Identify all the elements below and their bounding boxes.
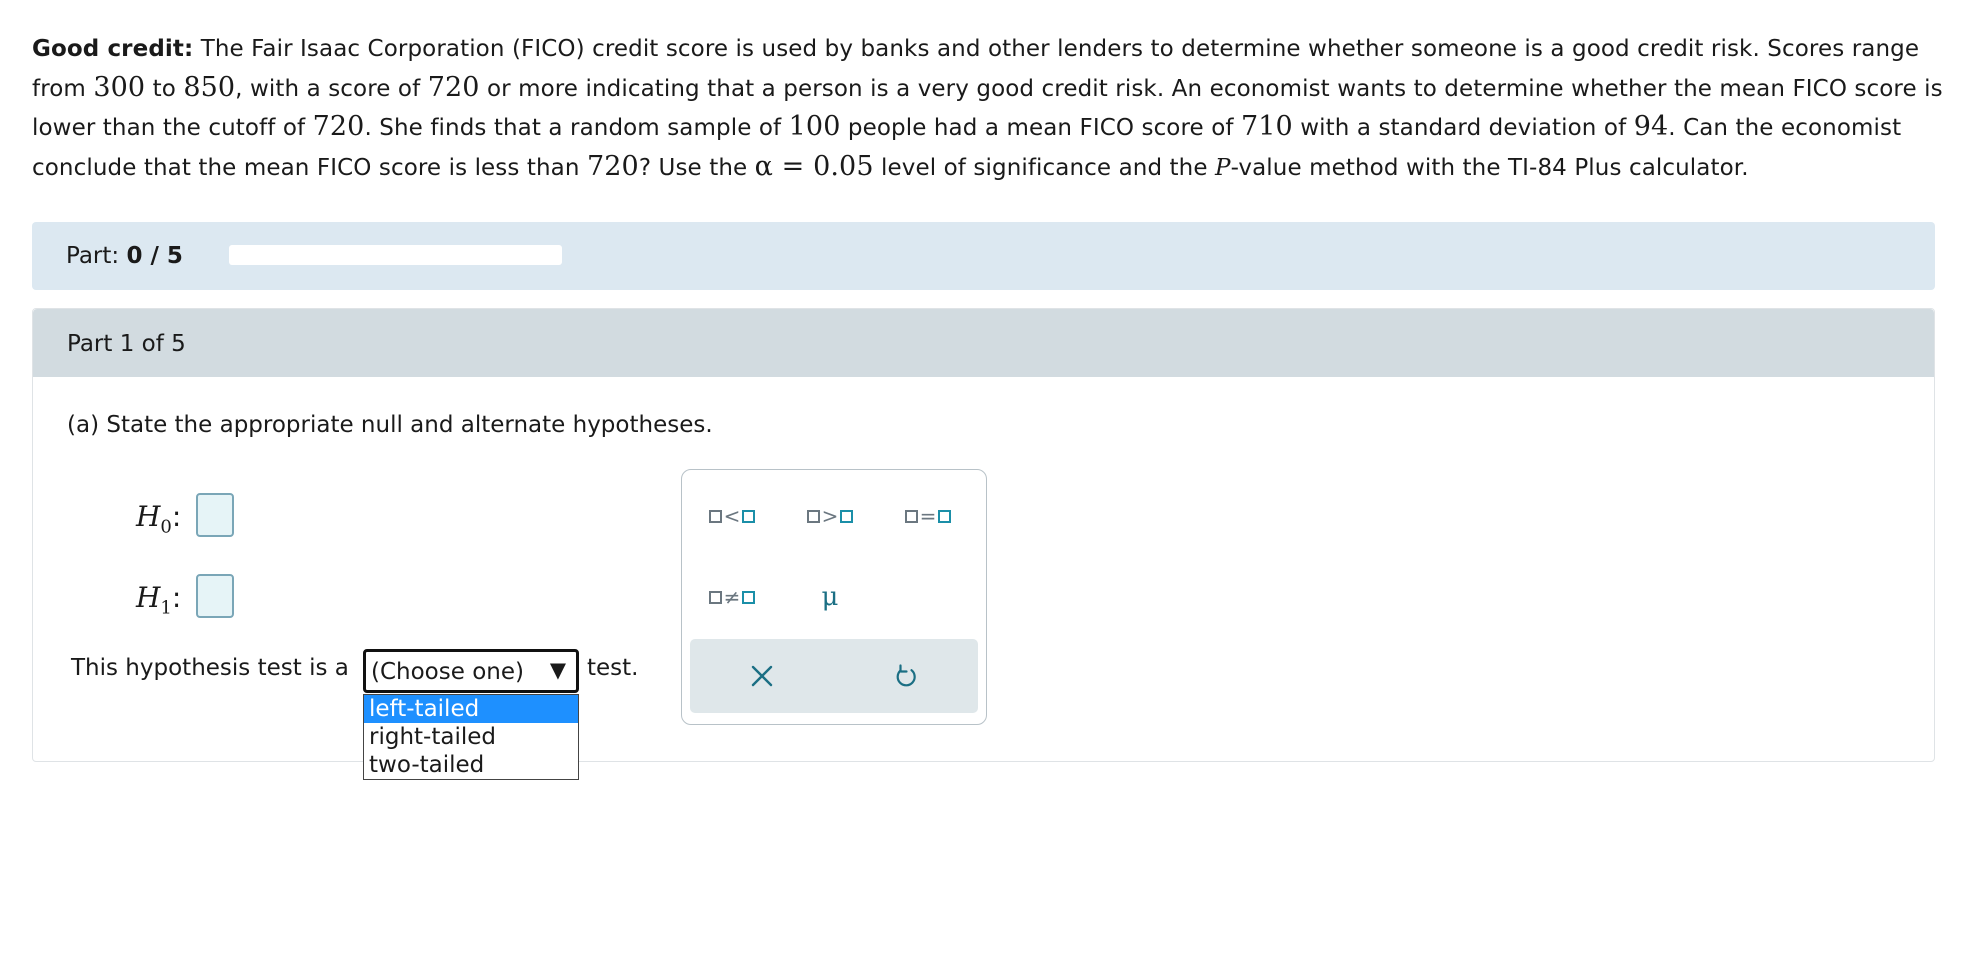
- close-icon: [751, 665, 773, 687]
- h1-letter: H: [136, 581, 161, 614]
- progress-value: 0 / 5: [126, 243, 183, 269]
- undo-icon: [896, 664, 916, 687]
- key-mu[interactable]: μ: [790, 572, 870, 622]
- value-max-score: 850: [183, 71, 236, 103]
- tail-options-list: left-tailed right-tailed two-tailed: [363, 694, 579, 780]
- test-type-prefix: This hypothesis test is a: [71, 655, 349, 681]
- problem-text: to: [145, 75, 184, 102]
- value-sample-size: 100: [788, 111, 841, 142]
- problem-text: ? Use the: [638, 154, 755, 181]
- value-alpha: α = 0.05: [754, 150, 874, 182]
- h1-answer-box[interactable]: [196, 574, 234, 618]
- problem-text: people had a mean FICO score of: [840, 115, 1241, 141]
- test-type-suffix: test.: [587, 655, 639, 681]
- progress-bar: Part: 0 / 5: [32, 222, 1935, 290]
- option-two-tailed[interactable]: two-tailed: [364, 751, 578, 779]
- part-card: Part 1 of 5 (a) State the appropriate nu…: [32, 308, 1935, 780]
- question-text: (a) State the appropriate null and alter…: [67, 412, 713, 438]
- equals-symbol: =: [919, 504, 937, 528]
- part-title: Part 1 of 5: [67, 331, 186, 357]
- key-less-than[interactable]: <: [692, 491, 772, 541]
- h1-subscript: 1: [160, 597, 172, 619]
- h0-answer-box[interactable]: [196, 493, 234, 537]
- problem-text: with a standard deviation of: [1292, 115, 1634, 141]
- h1-label: H1:: [136, 581, 181, 619]
- undo-button[interactable]: [875, 646, 935, 706]
- placeholder-square-icon: [708, 509, 722, 523]
- problem-text: . She finds that a random sample of: [364, 115, 789, 141]
- value-sample-mean: 710: [1240, 111, 1293, 142]
- problem-text: -value method with the TI-84 Plus calcul…: [1230, 154, 1749, 181]
- mu-symbol: μ: [821, 582, 839, 612]
- p-symbol: P: [1215, 154, 1231, 181]
- clear-button[interactable]: [732, 646, 792, 706]
- value-cutoff: 720: [312, 111, 365, 142]
- option-right-tailed[interactable]: right-tailed: [364, 723, 578, 751]
- h1-colon: :: [171, 581, 182, 614]
- value-min-score: 300: [93, 71, 146, 103]
- value-cutoff: 720: [586, 150, 639, 182]
- chevron-down-icon: ▼: [549, 658, 566, 682]
- key-not-equal[interactable]: ≠: [692, 572, 772, 622]
- progress-label: Part: 0 / 5: [66, 243, 183, 269]
- value-cutoff: 720: [427, 71, 480, 103]
- part-header: Part 1 of 5: [33, 309, 1934, 377]
- not-equal-symbol: ≠: [723, 585, 741, 609]
- placeholder-square-icon: [840, 509, 854, 523]
- problem-statement: Good credit: The Fair Isaac Corporation …: [32, 30, 1947, 187]
- placeholder-square-icon: [904, 509, 918, 523]
- value-std-dev: 94: [1633, 111, 1669, 142]
- h0-subscript: 0: [160, 516, 172, 538]
- h0-label: H0:: [136, 500, 181, 538]
- keypad-action-tray: [690, 639, 978, 713]
- placeholder-square-icon: [806, 509, 820, 523]
- key-equals[interactable]: =: [888, 491, 968, 541]
- problem-lead: Good credit:: [32, 36, 194, 62]
- placeholder-square-icon: [742, 590, 756, 604]
- problem-text: level of significance and the: [873, 154, 1216, 181]
- math-keypad: < > = ≠ μ: [681, 469, 987, 725]
- less-than-symbol: <: [723, 504, 741, 528]
- problem-text: , with a score of: [235, 75, 428, 102]
- greater-than-symbol: >: [821, 504, 839, 528]
- tail-select-value: (Choose one): [371, 659, 524, 685]
- progress-track: [229, 245, 562, 265]
- tail-type-select[interactable]: (Choose one) ▼: [363, 649, 579, 693]
- placeholder-square-icon: [708, 590, 722, 604]
- h0-letter: H: [136, 500, 161, 533]
- placeholder-square-icon: [742, 509, 756, 523]
- option-left-tailed[interactable]: left-tailed: [364, 695, 578, 723]
- key-greater-than[interactable]: >: [790, 491, 870, 541]
- placeholder-square-icon: [938, 509, 952, 523]
- h0-colon: :: [171, 500, 182, 533]
- progress-label-text: Part:: [66, 243, 120, 269]
